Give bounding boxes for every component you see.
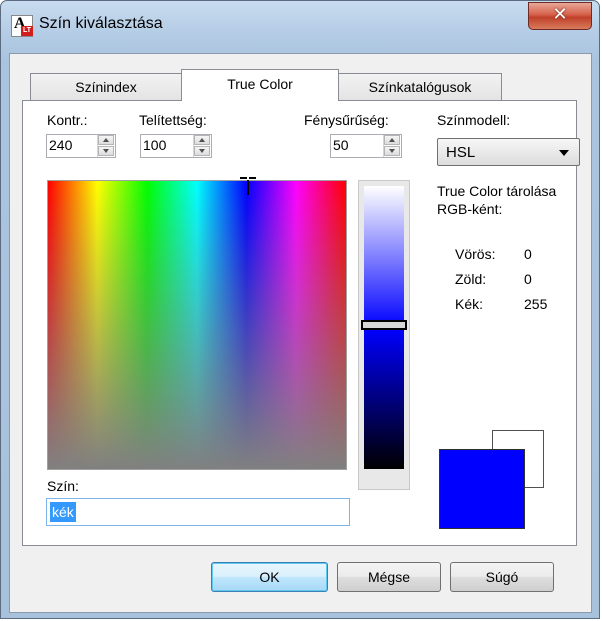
spin-up-icon[interactable] [194, 135, 210, 145]
chevron-down-icon [559, 150, 569, 156]
color-model-label: Színmodell: [437, 112, 511, 128]
window-title: Szín kiválasztása [39, 15, 163, 32]
tab-color-index[interactable]: Színindex [30, 73, 182, 101]
blue-value: 255 [524, 296, 548, 312]
title-bar[interactable]: A LT Szín kiválasztása ✕ [1, 1, 601, 53]
tab-true-color[interactable]: True Color [181, 69, 339, 101]
color-model-value: HSL [446, 144, 476, 161]
help-button[interactable]: Súgó [450, 562, 554, 592]
luminance-slider-thumb[interactable] [361, 320, 407, 330]
tab-color-books[interactable]: Színkatalógusok [338, 73, 502, 101]
current-color-swatch [439, 449, 525, 529]
spin-down-icon[interactable] [194, 146, 210, 156]
contrast-label: Kontr.: [47, 112, 88, 128]
saturation-value[interactable]: 100 [143, 137, 166, 153]
rgb-heading-line1: True Color tárolása [437, 183, 557, 199]
color-spectrum[interactable] [47, 180, 347, 470]
close-button[interactable]: ✕ [528, 2, 592, 30]
spin-down-icon[interactable] [384, 146, 400, 156]
luminance-value[interactable]: 50 [333, 137, 349, 153]
color-name-label: Szín: [47, 478, 79, 494]
luminance-stepper[interactable]: 50 [330, 134, 402, 158]
color-model-select[interactable]: HSL [437, 138, 580, 166]
spin-up-icon[interactable] [384, 135, 400, 145]
cancel-button[interactable]: Mégse [337, 562, 441, 592]
saturation-stepper[interactable]: 100 [140, 134, 212, 158]
crosshair-icon[interactable] [239, 176, 257, 196]
contrast-stepper[interactable]: 240 [46, 134, 116, 158]
luminance-label: Fénysűrűség: [304, 112, 389, 128]
rgb-heading-line2: RGB-ként: [437, 201, 503, 217]
red-label: Vörös: [455, 246, 496, 262]
saturation-label: Telítettség: [139, 112, 207, 128]
color-name-value[interactable]: kék [50, 502, 76, 522]
spin-up-icon[interactable] [98, 135, 114, 145]
green-label: Zöld: [455, 271, 487, 287]
blue-label: Kék: [455, 296, 484, 312]
color-name-input[interactable]: kék [46, 498, 350, 526]
green-value: 0 [524, 271, 532, 287]
app-icon: A LT [11, 15, 33, 37]
close-icon: ✕ [552, 4, 568, 25]
ok-button[interactable]: OK [211, 562, 328, 592]
red-value: 0 [524, 246, 532, 262]
contrast-value[interactable]: 240 [49, 137, 72, 153]
spin-down-icon[interactable] [98, 146, 114, 156]
